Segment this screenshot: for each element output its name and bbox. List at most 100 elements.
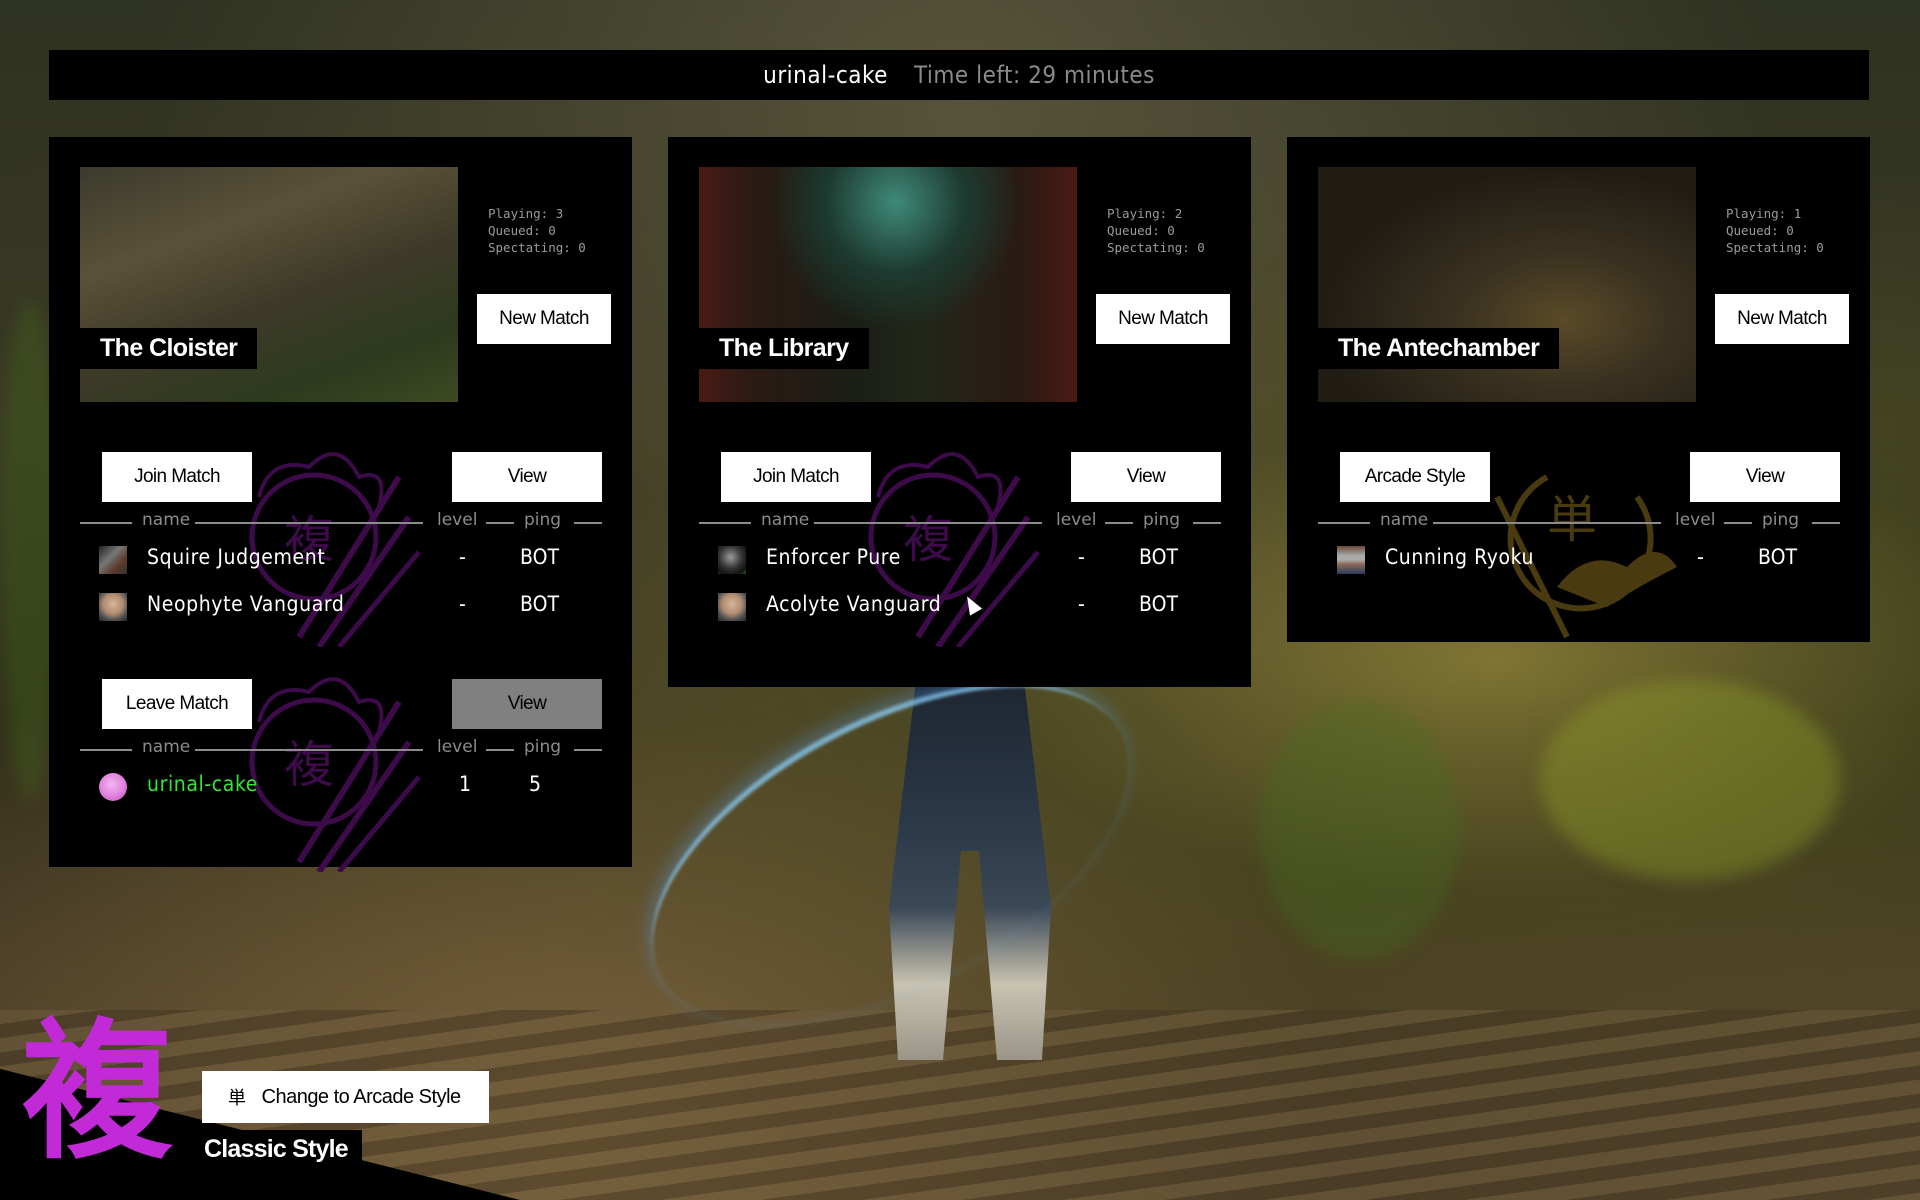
divider	[1193, 522, 1221, 524]
ping-column-header: ping	[524, 510, 562, 530]
player-level: -	[1078, 592, 1085, 616]
ping-column-header: ping	[524, 737, 562, 757]
divider	[574, 749, 602, 751]
arena-title: The Antechamber	[1318, 328, 1560, 369]
divider	[1105, 522, 1133, 524]
level-column-header: level	[437, 737, 478, 757]
level-column-header: level	[1675, 510, 1716, 530]
divider	[1318, 522, 1370, 524]
playing-count: Playing: 1	[1726, 206, 1802, 221]
divider	[1812, 522, 1840, 524]
masked-avatar-icon	[718, 546, 746, 574]
divider	[814, 522, 1042, 524]
player-list-header: name level ping	[1318, 510, 1840, 534]
arena-title: The Cloister	[80, 328, 258, 369]
spectating-count: Spectating: 0	[1107, 240, 1205, 255]
arena-stats: Playing: 2 Queued: 0 Spectating: 0	[1107, 205, 1205, 256]
player-row[interactable]: Enforcer Pure - BOT	[718, 542, 1218, 580]
player-ping: BOT	[520, 592, 559, 616]
join-match-button[interactable]: Join Match	[721, 452, 871, 502]
new-match-button[interactable]: New Match	[1096, 294, 1230, 344]
player-ping: BOT	[1139, 545, 1178, 569]
divider	[80, 749, 132, 751]
player-name: Acolyte Vanguard	[766, 592, 942, 616]
arena-stats: Playing: 1 Queued: 0 Spectating: 0	[1726, 205, 1824, 256]
spectating-count: Spectating: 0	[488, 240, 586, 255]
new-match-button[interactable]: New Match	[477, 294, 611, 344]
change-to-arcade-style-button[interactable]: 単 Change to Arcade Style	[202, 1071, 489, 1123]
queued-count: Queued: 0	[488, 223, 556, 238]
divider	[80, 522, 132, 524]
player-ping: 5	[529, 772, 542, 796]
leave-match-button[interactable]: Leave Match	[102, 679, 252, 729]
player-name: Neophyte Vanguard	[147, 592, 345, 616]
divider	[486, 522, 514, 524]
top-bar: urinal-cake Time left: 29 minutes	[49, 50, 1869, 100]
divider	[574, 522, 602, 524]
pink-smiley-avatar-icon	[99, 773, 127, 801]
spectating-count: Spectating: 0	[1726, 240, 1824, 255]
queued-count: Queued: 0	[1726, 223, 1794, 238]
ping-column-header: ping	[1143, 510, 1181, 530]
player-list-header: name level ping	[80, 737, 602, 761]
player-level: 1	[459, 772, 472, 796]
divider	[1433, 522, 1661, 524]
ivy-decoration	[1540, 680, 1840, 880]
player-row[interactable]: Squire Judgement - BOT	[99, 542, 599, 580]
arena-stats: Playing: 3 Queued: 0 Spectating: 0	[488, 205, 586, 256]
new-match-button[interactable]: New Match	[1715, 294, 1849, 344]
divider	[195, 522, 423, 524]
player-name: Enforcer Pure	[766, 545, 901, 569]
arena-panel-antechamber: The Antechamber Playing: 1 Queued: 0 Spe…	[1287, 137, 1870, 642]
player-level: -	[1078, 545, 1085, 569]
ivy-decoration	[1260, 700, 1460, 960]
arcade-kanji-icon: 単	[228, 1088, 246, 1108]
view-match-button[interactable]: View	[452, 452, 602, 502]
player-row-self[interactable]: urinal-cake 1 5	[99, 769, 599, 807]
divider	[195, 749, 423, 751]
name-column-header: name	[142, 510, 191, 530]
player-ping: BOT	[1758, 545, 1797, 569]
view-match-button[interactable]: View	[1071, 452, 1221, 502]
arena-panel-library: The Library Playing: 2 Queued: 0 Spectat…	[668, 137, 1251, 687]
player-level: -	[459, 545, 466, 569]
change-style-label: Change to Arcade Style	[261, 1085, 462, 1108]
current-style-label: Classic Style	[190, 1130, 362, 1169]
username: urinal-cake	[763, 61, 888, 89]
queued-count: Queued: 0	[1107, 223, 1175, 238]
blindfold-avatar-icon	[1337, 546, 1365, 574]
arcade-style-button[interactable]: Arcade Style	[1340, 452, 1490, 502]
divider	[486, 749, 514, 751]
player-level: -	[1697, 545, 1704, 569]
arena-panel-cloister: The Cloister Playing: 3 Queued: 0 Specta…	[49, 137, 632, 872]
grey-hair-avatar-icon	[99, 593, 127, 621]
player-name: Squire Judgement	[147, 545, 326, 569]
player-name: Cunning Ryoku	[1385, 545, 1535, 569]
view-match-button[interactable]: View	[1690, 452, 1840, 502]
name-column-header: name	[142, 737, 191, 757]
classic-style-kanji-icon: 複	[22, 1006, 173, 1180]
playing-count: Playing: 2	[1107, 206, 1183, 221]
armored-avatar-icon	[99, 546, 127, 574]
arena-title: The Library	[699, 328, 869, 369]
playing-count: Playing: 3	[488, 206, 564, 221]
divider	[1724, 522, 1752, 524]
player-row[interactable]: Neophyte Vanguard - BOT	[99, 589, 599, 627]
join-match-button[interactable]: Join Match	[102, 452, 252, 502]
time-left: Time left: 29 minutes	[913, 61, 1155, 89]
name-column-header: name	[761, 510, 810, 530]
player-ping: BOT	[520, 545, 559, 569]
view-match-button-disabled[interactable]: View	[452, 679, 602, 729]
classic-emblem: 複	[249, 677, 421, 872]
grey-hair-avatar-icon	[718, 593, 746, 621]
arena-thumbnail[interactable]: The Cloister	[80, 167, 458, 402]
player-list-header: name level ping	[80, 510, 602, 534]
player-level: -	[459, 592, 466, 616]
player-list-header: name level ping	[699, 510, 1221, 534]
arena-thumbnail[interactable]: The Library	[699, 167, 1077, 402]
level-column-header: level	[1056, 510, 1097, 530]
player-name: urinal-cake	[147, 772, 258, 796]
level-column-header: level	[437, 510, 478, 530]
player-row[interactable]: Cunning Ryoku - BOT	[1337, 542, 1837, 580]
arena-thumbnail[interactable]: The Antechamber	[1318, 167, 1696, 402]
